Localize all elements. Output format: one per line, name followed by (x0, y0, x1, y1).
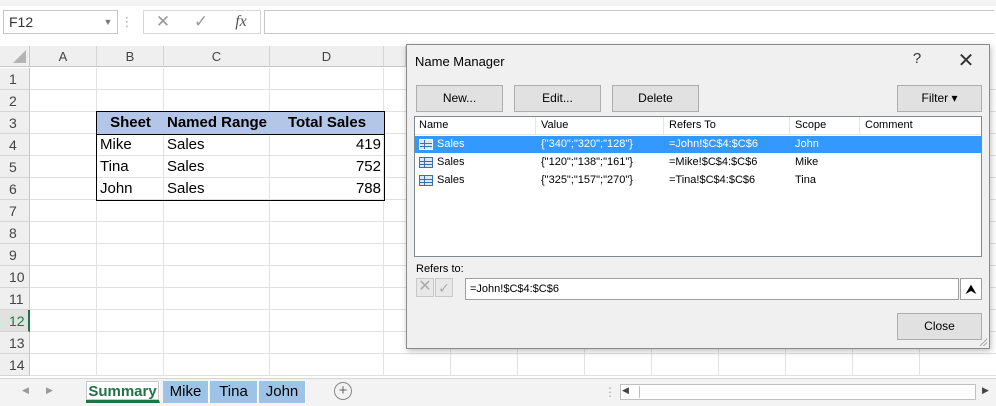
row-header[interactable]: 5 (0, 156, 30, 178)
column-scope[interactable]: Scope (795, 119, 826, 131)
scrollbar-thumb[interactable] (639, 386, 975, 398)
add-sheet-icon[interactable]: + (334, 382, 352, 400)
column-header-d[interactable]: D (270, 46, 384, 67)
row-header[interactable]: 8 (0, 222, 30, 244)
formula-bar: F12 ▼ ⋮ ✕ ✓ fx (0, 0, 996, 42)
name-row[interactable]: Sales {"340";"320";"128"} =John!$C$4:$C$… (415, 136, 981, 153)
new-button[interactable]: New... (416, 85, 503, 112)
cancel-icon[interactable]: ✕ (148, 10, 178, 34)
cancel-icon[interactable]: ✕ (416, 278, 434, 297)
table-header-border (96, 111, 385, 135)
sheet-tab-summary[interactable]: Summary (86, 381, 160, 403)
dialog-title: Name Manager (415, 54, 505, 69)
refers-to-cell: =Tina!$C$4:$C$6 (669, 174, 756, 186)
row-header[interactable]: 3 (0, 112, 30, 134)
row-header[interactable]: 12 (0, 310, 30, 332)
scope-cell: John (795, 138, 819, 150)
edit-button[interactable]: Edit... (514, 85, 601, 112)
named-range-icon (419, 175, 433, 186)
refers-to-cell: =John!$C$4:$C$6 (669, 138, 758, 150)
column-header-b[interactable]: B (97, 46, 164, 67)
row-header[interactable]: 1 (0, 68, 30, 90)
filter-button[interactable]: Filter ▾ (897, 85, 982, 112)
splitter-handle-icon[interactable]: ⋮ (604, 385, 616, 399)
refers-to-input[interactable]: =John!$C$4:$C$6 (465, 278, 959, 300)
scroll-tabs-right-icon[interactable]: ▶ (46, 385, 53, 396)
name-cell: Sales (437, 138, 465, 150)
insert-function-icon[interactable]: fx (226, 10, 256, 34)
sheet-tab-bar: ◀ ▶ Summary Mike Tina John + ⋮ ◀ ▶ (0, 378, 996, 406)
resize-grip-icon[interactable] (977, 336, 987, 346)
column-header-e[interactable] (384, 46, 406, 67)
select-all-icon (13, 50, 26, 63)
sheet-tab-john[interactable]: John (259, 381, 306, 403)
row-header[interactable]: 7 (0, 200, 30, 222)
check-icon[interactable]: ✓ (435, 278, 453, 297)
column-divider[interactable] (535, 117, 536, 135)
row-header[interactable]: 11 (0, 288, 30, 310)
name-manager-dialog: Name Manager ? ✕ New... Edit... Delete F… (406, 44, 990, 349)
value-cell: {"340";"320";"128"} (541, 138, 633, 150)
row-header[interactable]: 13 (0, 332, 30, 354)
ribbon-edge (0, 0, 996, 6)
row-header[interactable]: 2 (0, 90, 30, 112)
names-list-header: Name Value Refers To Scope Comment (415, 117, 981, 135)
select-all-corner[interactable] (0, 46, 30, 67)
refers-to-label: Refers to: (416, 263, 464, 275)
value-cell: {"325";"157";"270"} (541, 174, 633, 186)
sheet-tab-mike[interactable]: Mike (163, 381, 209, 403)
scroll-tabs-left-icon[interactable]: ◀ (22, 385, 29, 396)
excel-window: F12 ▼ ⋮ ✕ ✓ fx A B C D 1 2 3 4 5 6 7 8 9 10 11 12 13… (0, 0, 996, 406)
delete-button[interactable]: Delete (612, 85, 699, 112)
formula-input[interactable] (264, 10, 994, 34)
row-header[interactable]: 9 (0, 244, 30, 266)
row-header[interactable]: 10 (0, 266, 30, 288)
names-list[interactable]: Name Value Refers To Scope Comment Sales… (414, 116, 982, 257)
scroll-left-icon[interactable]: ◀ (622, 385, 629, 396)
column-divider[interactable] (663, 117, 664, 135)
column-value[interactable]: Value (541, 119, 568, 131)
column-header-c[interactable]: C (164, 46, 270, 67)
close-button[interactable]: Close (897, 313, 982, 340)
scroll-right-icon[interactable]: ▶ (982, 385, 989, 396)
collapse-dialog-icon[interactable]: ⮝ (960, 278, 982, 300)
row-header[interactable]: 4 (0, 134, 30, 156)
enter-icon[interactable]: ✓ (186, 10, 216, 34)
name-row[interactable]: Sales {"120";"138";"161"} =Mike!$C$4:$C$… (415, 154, 981, 171)
close-icon[interactable]: ✕ (955, 48, 977, 73)
column-comment[interactable]: Comment (865, 119, 913, 131)
help-icon[interactable]: ? (907, 50, 927, 67)
row-header[interactable]: 14 (0, 354, 30, 376)
chevron-down-icon[interactable]: ▼ (98, 10, 118, 34)
column-refers-to[interactable]: Refers To (669, 119, 716, 131)
named-range-icon (419, 157, 433, 168)
sheet-tab-tina[interactable]: Tina (210, 381, 258, 403)
name-cell: Sales (437, 156, 465, 168)
value-cell: {"120";"138";"161"} (541, 156, 633, 168)
name-row[interactable]: Sales {"325";"157";"270"} =Tina!$C$4:$C$… (415, 172, 981, 189)
scope-cell: Tina (795, 174, 816, 186)
refers-to-cell: =Mike!$C$4:$C$6 (669, 156, 758, 168)
column-divider[interactable] (789, 117, 790, 135)
named-range-icon (419, 139, 433, 150)
drag-handle-icon[interactable]: ⋮ (120, 10, 134, 34)
scope-cell: Mike (795, 156, 819, 168)
row-header[interactable]: 6 (0, 178, 30, 200)
column-divider[interactable] (859, 117, 860, 135)
column-name[interactable]: Name (419, 119, 448, 131)
name-cell: Sales (437, 174, 465, 186)
column-header-a[interactable]: A (30, 46, 97, 67)
